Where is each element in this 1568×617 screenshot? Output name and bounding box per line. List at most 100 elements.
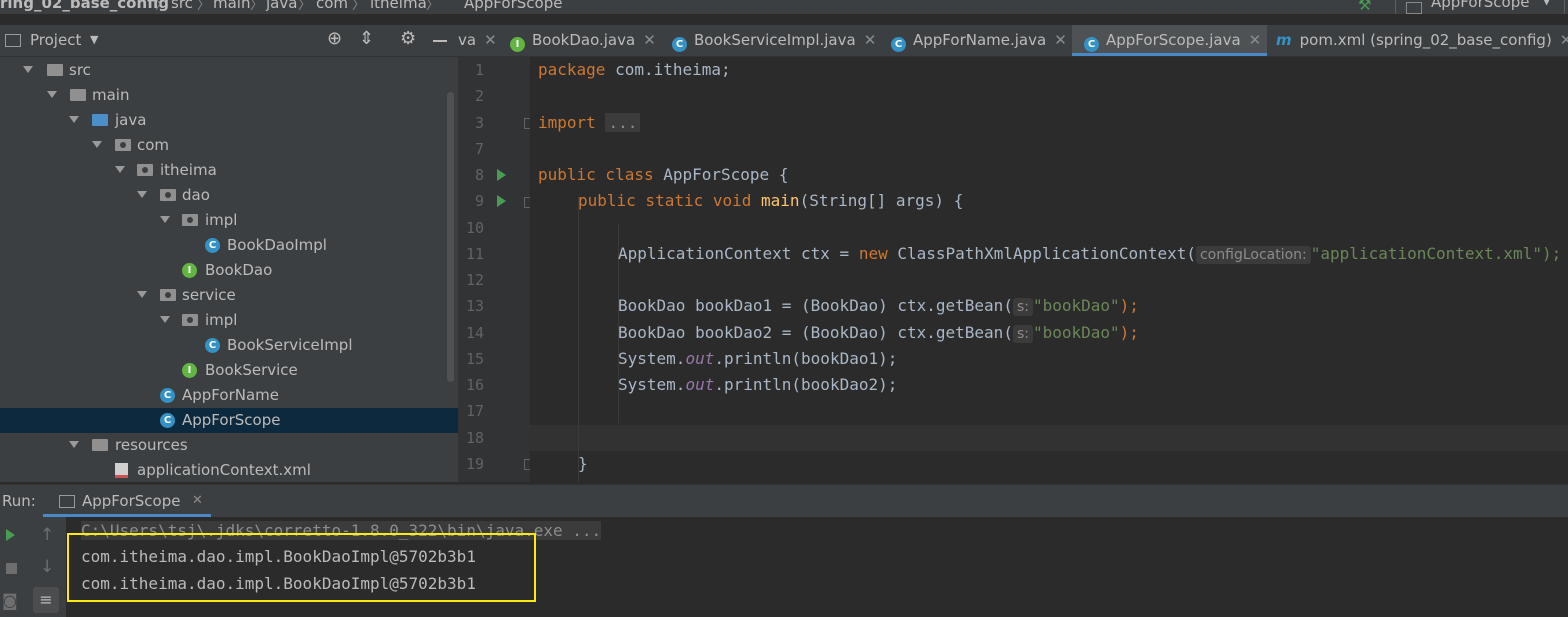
code-line-13: BookDao bookDao1 = (BookDao) ctx.getBean… [618, 296, 1139, 316]
close-icon[interactable]: ✕ [1249, 31, 1262, 49]
tree-item-label: BookDaoImpl [227, 236, 327, 254]
close-icon[interactable]: ✕ [643, 31, 656, 49]
tree-item-applicationcontext-xml[interactable]: applicationContext.xml [0, 458, 458, 482]
parameter-hint: s: [1012, 325, 1033, 343]
breadcrumb-separator: 〉 [426, 0, 440, 13]
package-icon [137, 164, 153, 176]
line-number: 12 [465, 271, 484, 289]
run-tab-appforscope[interactable]: AppForScope ✕ [43, 485, 211, 517]
arrow-down-icon[interactable]: ↓ [40, 557, 54, 577]
tab-pom-xml[interactable]: m pom.xml (spring_02_base_config) ✕ [1276, 25, 1568, 56]
indent-guide [578, 197, 579, 482]
tree-item-label: AppForScope [182, 411, 281, 429]
chevron-down-icon[interactable] [137, 191, 147, 198]
run-main-gutter-icon[interactable] [497, 195, 506, 207]
minimize-icon[interactable] [433, 40, 447, 42]
runnable-class-icon: C [160, 413, 175, 428]
rerun-icon[interactable] [6, 529, 15, 541]
chevron-down-icon[interactable] [160, 216, 170, 223]
close-icon[interactable]: ✕ [864, 31, 877, 49]
tree-item-java[interactable]: java [0, 108, 458, 133]
collapse-all-icon[interactable]: ⇕ [359, 28, 374, 49]
tree-item-appforname[interactable]: C AppForName [0, 383, 458, 408]
chevron-down-icon[interactable] [47, 91, 57, 98]
tab-bookdao-java[interactable]: I BookDao.java ✕ [510, 25, 660, 56]
tree-item-resources[interactable]: resources [0, 433, 458, 458]
breadcrumb-item-project[interactable]: ring_02_base_config [0, 0, 169, 12]
breadcrumb-item-main[interactable]: main [213, 0, 250, 12]
close-icon[interactable]: ✕ [1054, 31, 1067, 49]
soft-wrap-icon[interactable]: ≡ [33, 587, 59, 613]
parameter-hint: configLocation: [1195, 246, 1311, 264]
code-token: ClassPathXmlApplicationContext( [887, 244, 1196, 263]
close-icon[interactable]: ✕ [484, 31, 497, 49]
stop-icon[interactable] [6, 563, 17, 574]
chevron-down-icon[interactable] [23, 66, 33, 73]
tree-item-main[interactable]: main [0, 83, 458, 108]
code-line-16: System.out.println(bookDao2); [618, 375, 897, 394]
chevron-down-icon[interactable] [137, 291, 147, 298]
run-class-gutter-icon[interactable] [497, 169, 506, 181]
tree-item-src[interactable]: src [0, 58, 458, 83]
breadcrumb-separator: 〉 [197, 0, 211, 13]
tree-item-bookservice[interactable]: I BookService [0, 358, 458, 383]
tree-item-bookdaoimpl[interactable]: C BookDaoImpl [0, 233, 458, 258]
tree-item-itheima[interactable]: itheima [0, 158, 458, 183]
chevron-down-icon[interactable]: ▼ [90, 33, 98, 46]
interface-icon: I [510, 37, 525, 52]
project-scrollbar[interactable] [447, 92, 454, 382]
tree-item-com[interactable]: com [0, 133, 458, 158]
breadcrumb-item-src[interactable]: src [171, 0, 193, 12]
breadcrumb-item-class[interactable]: AppForScope [464, 0, 562, 12]
xml-file-icon [115, 463, 128, 478]
tab-truncated[interactable]: va ✕ [458, 25, 503, 56]
line-number: 16 [465, 376, 484, 394]
tree-item-bookdao[interactable]: I BookDao [0, 258, 458, 283]
locate-target-icon[interactable]: ⊕ [327, 28, 342, 49]
project-view-selector[interactable]: Project [30, 31, 81, 49]
chevron-down-icon[interactable] [69, 441, 79, 448]
code-line-14: BookDao bookDao2 = (BookDao) ctx.getBean… [618, 323, 1139, 343]
breadcrumb-item-com[interactable]: com [316, 0, 348, 12]
chevron-down-icon[interactable] [69, 116, 79, 123]
tab-appforscope-java[interactable]: C AppForScope.java ✕ [1072, 25, 1267, 56]
code-line-19: } [578, 454, 588, 473]
code-editor[interactable]: package com.itheima; import ... public c… [530, 57, 1568, 482]
tree-item-label: resources [115, 436, 188, 454]
breadcrumb-item-itheima[interactable]: itheima [370, 0, 427, 12]
tab-appforname-java[interactable]: C AppForName.java ✕ [891, 25, 1067, 56]
tree-item-service-impl[interactable]: impl [0, 308, 458, 333]
tree-item-dao-impl[interactable]: impl [0, 208, 458, 233]
project-window-icon [5, 34, 21, 47]
tab-bookserviceimpl-java[interactable]: C BookServiceImpl.java ✕ [672, 25, 876, 56]
gear-icon[interactable]: ⚙ [400, 28, 416, 49]
close-icon[interactable]: ✕ [192, 493, 203, 508]
run-configuration-select[interactable]: AppForScope ▼ [1395, 0, 1565, 14]
tree-item-label: BookService [205, 361, 298, 379]
tree-item-label: impl [205, 211, 238, 229]
tree-item-appforscope[interactable]: C AppForScope [0, 408, 458, 433]
resources-folder-icon [92, 439, 108, 451]
run-panel-label: Run: [2, 492, 36, 510]
tab-label: AppForScope.java [1106, 31, 1241, 49]
code-token: } [578, 454, 588, 473]
line-number: 15 [465, 350, 484, 368]
tree-item-dao[interactable]: dao [0, 183, 458, 208]
chevron-down-icon[interactable] [92, 141, 102, 148]
camera-icon[interactable]: ◙ [2, 591, 18, 610]
chevron-down-icon[interactable] [160, 316, 170, 323]
tree-item-bookserviceimpl[interactable]: C BookServiceImpl [0, 333, 458, 358]
breadcrumb-item-java[interactable]: java [266, 0, 297, 12]
editor-tabs: va ✕ I BookDao.java ✕ C BookServiceImpl.java… [458, 25, 1568, 57]
tree-item-service[interactable]: service [0, 283, 458, 308]
folded-imports[interactable]: ... [605, 113, 641, 132]
code-token: out [685, 375, 715, 394]
build-hammer-icon[interactable]: ⚒ [1358, 0, 1371, 14]
tab-label: va [458, 31, 477, 49]
tree-item-label: service [182, 286, 236, 304]
code-token: System. [618, 375, 686, 394]
arrow-up-icon[interactable]: ↑ [40, 525, 54, 545]
tree-item-label: itheima [160, 161, 217, 179]
close-icon[interactable]: ✕ [1560, 31, 1568, 49]
chevron-down-icon[interactable] [115, 166, 125, 173]
